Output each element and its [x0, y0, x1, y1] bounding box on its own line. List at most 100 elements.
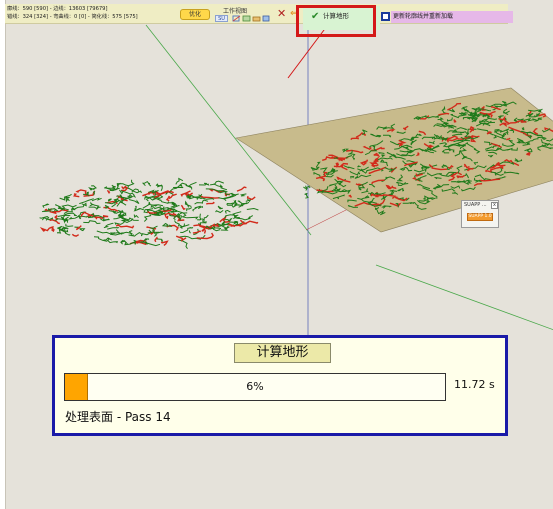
view-iso-icon[interactable] [232, 15, 241, 22]
ridge-line [160, 240, 169, 246]
contour-line [39, 216, 50, 221]
contour-line [198, 182, 210, 186]
contour-line [199, 213, 202, 220]
elapsed-time: 11.72 s [454, 378, 495, 391]
arrow-left-icon[interactable]: ⇐ [290, 9, 298, 19]
contour-line [178, 239, 188, 249]
contour-line [198, 221, 207, 226]
contour-line [140, 229, 153, 237]
contour-line [159, 199, 169, 204]
contour-line [185, 184, 193, 190]
calculate-terrain-label: 计算地形 [323, 12, 349, 20]
ridge-line [154, 236, 158, 243]
view-top-icon[interactable] [242, 15, 251, 22]
progress-dialog: 计算地形 6% 11.72 s 处理表面 - Pass 14 [52, 335, 508, 436]
contour-line [224, 209, 231, 214]
contour-line [202, 214, 209, 223]
contour-line [143, 214, 152, 222]
contour-line [67, 215, 88, 220]
contour-line [57, 212, 77, 217]
contour-line [132, 190, 142, 194]
contour-line [116, 201, 127, 207]
contour-line [120, 240, 128, 245]
progress-bar: 6% [64, 373, 446, 401]
contour-line [103, 222, 114, 229]
stats-line-2: 错线：324 [324] - 弯曲线：0 [0] - 简化线：575 [575] [7, 14, 138, 20]
ridge-line [102, 214, 109, 218]
contour-line [103, 237, 112, 241]
close-icon[interactable]: x [491, 202, 498, 209]
contour-line [186, 207, 193, 212]
ridge-line [192, 230, 202, 234]
contour-line [210, 180, 224, 186]
contour-line [62, 214, 71, 219]
top-toolbar: 廓线：590 [590] - 边线：13603 [79679] 错线：324 [… [5, 4, 513, 30]
stats-line-1: 廓线：590 [590] - 边线：13603 [79679] [7, 6, 108, 12]
contour-line [149, 225, 158, 231]
contour-line [184, 200, 192, 208]
work-view-group: 工作视图 SU [215, 6, 273, 24]
contour-line [127, 179, 135, 189]
contour-line [188, 230, 191, 234]
view-front-icon[interactable] [252, 15, 261, 22]
contour-line [128, 199, 140, 205]
contour-line [248, 215, 254, 219]
progress-title: 计算地形 [234, 343, 331, 363]
su-button[interactable]: SU [215, 15, 228, 22]
contour-line [79, 198, 94, 205]
ridge-line [72, 193, 80, 198]
contour-line [79, 228, 86, 232]
contour-line [104, 185, 119, 191]
contour-line [116, 182, 130, 187]
update-contours-button[interactable]: 更新轮廓线并重新加载 [391, 11, 513, 23]
contour-line [215, 209, 224, 214]
contour-line [107, 240, 119, 244]
progress-percent: 6% [246, 380, 264, 393]
work-view-label: 工作视图 [223, 8, 248, 15]
annotation-arrow [287, 21, 331, 79]
contour-line [218, 194, 237, 200]
contour-line [213, 183, 228, 191]
ridge-line [206, 201, 215, 205]
contour-line [133, 214, 139, 219]
ridge-line [180, 204, 187, 211]
progress-status: 处理表面 - Pass 14 [65, 410, 171, 424]
check-icon: ✔ [311, 11, 320, 22]
contour-line [217, 205, 223, 210]
ridge-line [121, 185, 129, 192]
view-side-icon[interactable] [262, 15, 271, 22]
contour-line [78, 216, 82, 220]
calculate-terrain-tab[interactable]: ✔ 计算地形 [303, 6, 380, 30]
contour-line [246, 207, 259, 211]
contour-line [107, 227, 120, 230]
suapp-title: SUAPP ... [464, 202, 487, 208]
contour-line [61, 204, 77, 209]
ridge-line [71, 233, 80, 237]
contour-line [152, 231, 164, 237]
contour-line [169, 184, 182, 192]
suapp-mini-dialog: SUAPP ... x SUAPP 1.0 [461, 200, 499, 228]
contour-line [74, 226, 80, 229]
contour-line [141, 180, 151, 187]
contour-line [42, 203, 50, 208]
contour-line [165, 224, 173, 228]
contour-line [88, 206, 101, 211]
left-terrain-contours [39, 177, 259, 249]
suapp-button[interactable]: SUAPP 1.0 [467, 213, 493, 221]
delete-icon[interactable]: ✕ [277, 8, 286, 20]
contour-line [96, 230, 115, 236]
ridge-line [236, 186, 247, 192]
checkbox-icon[interactable] [381, 12, 390, 21]
contour-line [83, 220, 101, 225]
ridge-line [246, 195, 256, 200]
contour-line [239, 193, 247, 197]
contour-line [197, 218, 202, 221]
ridge-line [239, 219, 259, 225]
ridge-line [168, 193, 177, 200]
ridge-line [106, 189, 111, 195]
contour-line [181, 212, 188, 218]
ridge-line [467, 167, 474, 170]
optimize-button[interactable]: 优化 [180, 9, 210, 20]
contour-line [63, 193, 72, 198]
contour-line [107, 198, 112, 202]
